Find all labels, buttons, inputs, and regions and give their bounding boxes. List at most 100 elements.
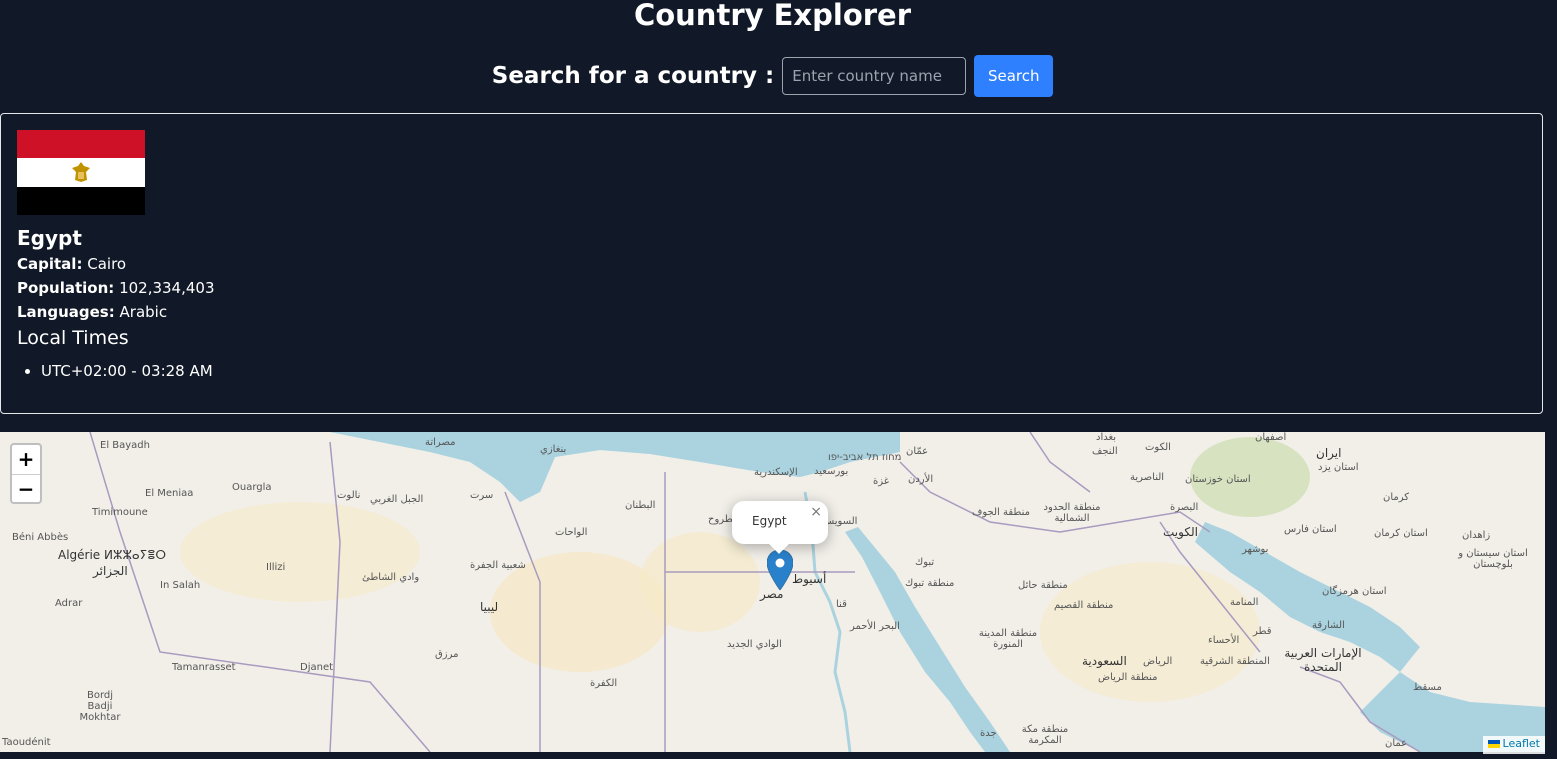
- zoom-out-button[interactable]: −: [12, 475, 40, 504]
- map-label: منطقة المدينة المنورة: [978, 628, 1038, 650]
- map-popup: Egypt ×: [732, 501, 828, 554]
- map-label: استان سیستان و بلوچستان: [1458, 548, 1528, 570]
- search-bar: Search for a country : Search: [0, 55, 1545, 97]
- map-label: In Salah: [160, 580, 201, 591]
- map-label: Ouargla: [232, 482, 272, 493]
- map-label: نالوت: [337, 490, 361, 501]
- map-label: الإمارات العربية المتحدة: [1284, 646, 1362, 674]
- map-label: النجف: [1092, 446, 1118, 457]
- map-label: منطقة الرياض: [1098, 672, 1158, 683]
- map-label: منطقة تبوك: [905, 578, 955, 589]
- leaflet-link[interactable]: Leaflet: [1503, 737, 1540, 750]
- map-label: الكفرة: [590, 678, 618, 689]
- map-label: Béni Abbès: [12, 532, 69, 543]
- map-label: مرزق: [435, 649, 459, 660]
- map-label: منطقة الجوف: [972, 507, 1030, 518]
- search-label: Search for a country :: [491, 63, 775, 89]
- popup-close-button[interactable]: ×: [810, 504, 822, 520]
- map-label: الكويت: [1163, 525, 1198, 539]
- languages-line: Languages: Arabic: [17, 303, 167, 321]
- map[interactable]: El Bayadh El Meniaa Ouargla Timimoune Bé…: [0, 432, 1545, 752]
- search-input[interactable]: [782, 57, 967, 95]
- map-label: El Meniaa: [145, 488, 194, 499]
- page-title: Country Explorer: [633, 0, 912, 32]
- search-button[interactable]: Search: [974, 55, 1054, 97]
- capital-line: Capital: Cairo: [17, 255, 126, 273]
- map-label: وادي الشاطئ: [362, 572, 420, 583]
- map-label: کرمان: [1383, 492, 1410, 503]
- map-label: منطقة الحدود الشمالية: [1043, 502, 1101, 524]
- map-label: الكوت: [1145, 442, 1171, 453]
- languages-value: Arabic: [119, 303, 168, 321]
- ukraine-flag-icon: [1487, 740, 1500, 748]
- map-label: Taoudénit: [2, 737, 51, 748]
- map-label: استان کرمان: [1374, 528, 1428, 539]
- map-label: استان یزد: [1318, 462, 1359, 473]
- map-label: Adrar: [55, 598, 83, 609]
- map-label: سرت: [470, 490, 494, 501]
- map-marker-icon[interactable]: [767, 550, 793, 590]
- map-label: تبوك: [915, 557, 935, 568]
- country-flag: [17, 130, 145, 215]
- map-label: Illizi: [266, 562, 286, 573]
- map-label: بنغازي: [540, 444, 567, 455]
- map-label: الأردن: [908, 474, 934, 485]
- map-label: Timimoune: [92, 507, 148, 518]
- population-label: Population:: [17, 279, 115, 297]
- map-label: المنامة: [1230, 597, 1259, 608]
- map-label: قطر: [1253, 626, 1272, 637]
- map-label: מחוז תל אביב-יפו: [828, 452, 902, 463]
- map-label: منطقة مكة المكرمة: [1021, 724, 1069, 746]
- map-label: أصفهان: [1255, 432, 1287, 443]
- map-label: أسيوط: [792, 572, 827, 586]
- map-label: استان هرمزگان: [1322, 586, 1387, 597]
- map-label: جدة: [980, 728, 997, 739]
- map-label: الواحات: [555, 527, 588, 538]
- map-label: الجزائر: [93, 564, 128, 578]
- map-label: شعبية الجفرة: [470, 560, 526, 571]
- map-label: عمّان: [906, 446, 929, 457]
- map-attribution: Leaflet: [1482, 736, 1545, 754]
- map-label: Algérie ⵍⵣⵣⴰⵢⴻⵔ: [58, 548, 167, 562]
- map-label: الجبل الغربي: [370, 494, 424, 505]
- map-label: عمان: [1385, 738, 1408, 749]
- map-label: ليبيا: [480, 600, 499, 614]
- map-label: بورسعيد: [814, 466, 849, 477]
- map-label: Djanet: [300, 662, 334, 673]
- country-card: Egypt Capital: Cairo Population: 102,334…: [0, 113, 1543, 414]
- languages-label: Languages:: [17, 303, 115, 321]
- map-label: البطنان: [625, 500, 656, 511]
- zoom-control: + −: [10, 443, 42, 504]
- map-label: الوادي الجديد: [727, 639, 782, 650]
- population-value: 102,334,403: [119, 279, 215, 297]
- map-label: بغداد: [1096, 432, 1117, 443]
- map-label: ايران: [1316, 446, 1342, 460]
- map-label: زاهدان: [1462, 530, 1491, 541]
- map-label: منطقة حائل: [1018, 580, 1068, 591]
- map-label: مسقط: [1413, 682, 1442, 693]
- map-label: البصرة: [1170, 502, 1199, 513]
- map-label: الشارقة: [1312, 620, 1345, 631]
- map-label: Tamanrasset: [172, 662, 236, 673]
- local-time-item: UTC+02:00 - 03:28 AM: [41, 362, 213, 380]
- capital-label: Capital:: [17, 255, 83, 273]
- map-label: منطقة القصيم: [1054, 600, 1114, 611]
- local-times-heading: Local Times: [17, 327, 129, 349]
- map-label: البحر الأحمر: [850, 621, 900, 632]
- map-label: السعودية: [1082, 654, 1127, 668]
- map-label: استان فارس: [1284, 524, 1337, 535]
- zoom-in-button[interactable]: +: [12, 445, 40, 475]
- country-name: Egypt: [17, 226, 82, 250]
- map-label: Bordj Badji Mokhtar: [79, 690, 121, 723]
- local-times-list: UTC+02:00 - 03:28 AM: [41, 362, 213, 380]
- population-line: Population: 102,334,403: [17, 279, 215, 297]
- map-label: بوشهر: [1242, 544, 1269, 555]
- map-label: الإسكندرية: [754, 467, 798, 478]
- popup-text: Egypt: [752, 514, 787, 528]
- map-label: غزة: [873, 476, 889, 487]
- map-label: الناصرية: [1130, 472, 1165, 483]
- capital-value: Cairo: [87, 255, 127, 273]
- map-label: المنطقة الشرقية: [1200, 656, 1270, 667]
- map-label: الأحساء: [1208, 635, 1240, 646]
- map-label: الرياض: [1143, 656, 1173, 667]
